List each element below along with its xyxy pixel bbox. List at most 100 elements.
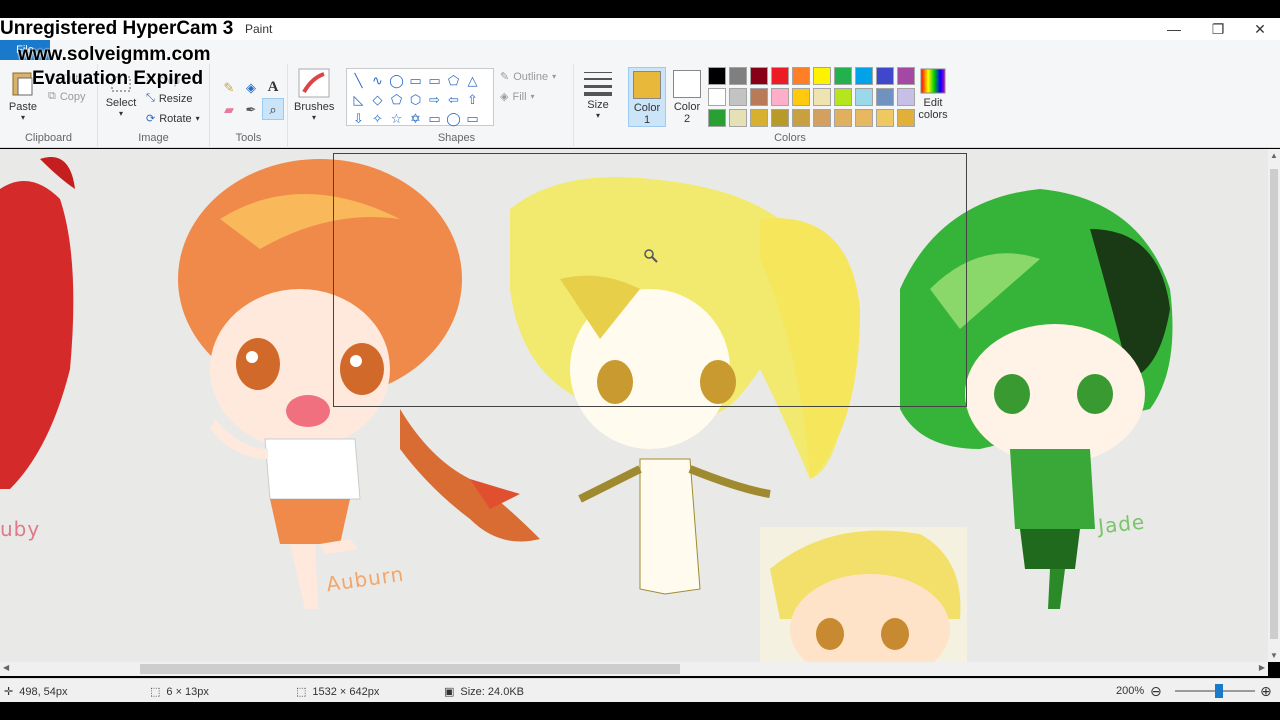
edit-colors-button[interactable]: Edit colors (914, 68, 952, 121)
magnifier-icon[interactable]: ⌕ (262, 98, 284, 120)
scroll-right-icon[interactable]: ▶ (1259, 663, 1265, 672)
shape-item[interactable]: ⬠ (387, 90, 406, 109)
palette-swatch[interactable] (771, 109, 789, 127)
zoom-out-button[interactable]: ⊖ (1150, 683, 1162, 700)
restore-button[interactable]: ❐ (1196, 18, 1240, 40)
palette-swatch[interactable] (834, 88, 852, 106)
zoom-slider-thumb[interactable] (1215, 684, 1223, 698)
rotate-button[interactable]: ⟳ Rotate ▾ (146, 112, 200, 126)
color1-button[interactable]: Color 1 (628, 67, 666, 127)
outline-icon: ✎ (500, 71, 510, 83)
shape-item[interactable]: △ (463, 71, 482, 90)
shape-item[interactable]: ▭ (406, 71, 425, 90)
palette-swatch[interactable] (708, 67, 726, 85)
color1-swatch (633, 71, 661, 99)
shape-item[interactable]: ⇧ (463, 90, 482, 109)
vertical-scrollbar[interactable]: ▲ ▼ (1268, 149, 1280, 662)
close-button[interactable]: ✕ (1238, 18, 1280, 40)
shape-item[interactable]: ☆ (387, 109, 406, 128)
vertical-scroll-thumb[interactable] (1270, 169, 1278, 639)
selection-rectangle[interactable] (333, 153, 967, 407)
scroll-up-icon[interactable]: ▲ (1270, 151, 1278, 160)
palette-swatch[interactable] (708, 88, 726, 106)
color2-swatch (673, 70, 701, 98)
palette-swatch[interactable] (771, 88, 789, 106)
color2-label: Color (673, 101, 701, 113)
color2-button[interactable]: Color 2 (668, 67, 706, 127)
palette-swatch[interactable] (813, 88, 831, 106)
shape-item[interactable]: ◯ (387, 71, 406, 90)
palette-swatch[interactable] (897, 88, 915, 106)
canvas-area[interactable]: uby Auburn Jade (0, 149, 1268, 662)
palette-swatch[interactable] (729, 88, 747, 106)
size-button[interactable]: Size ▾ (578, 68, 618, 120)
horizontal-scroll-thumb[interactable] (140, 664, 680, 674)
zoom-in-button[interactable]: ⊕ (1260, 683, 1272, 700)
zoom-level: 200% (1116, 685, 1145, 697)
shape-item[interactable]: ▭ (425, 71, 444, 90)
eraser-icon[interactable]: ▰ (218, 98, 240, 120)
palette-swatch[interactable] (876, 109, 894, 127)
palette-swatch[interactable] (855, 109, 873, 127)
colors-group-label: Colors (774, 132, 806, 144)
palette-swatch[interactable] (792, 88, 810, 106)
fill-bucket-icon[interactable]: ◈ (240, 76, 262, 98)
shapes-gallery[interactable]: ╲ ∿ ◯ ▭ ▭ ⬠ △ ◺ ◇ ⬠ ⬡ ⇨ ⇦ ⇧ ⇩ ✧ ☆ ✡ ▭ ◯ ▭ (346, 68, 494, 126)
shape-item[interactable]: ▭ (425, 109, 444, 128)
shape-item[interactable]: ✡ (406, 109, 425, 128)
palette-swatch[interactable] (855, 67, 873, 85)
palette-swatch[interactable] (813, 67, 831, 85)
color-picker-icon[interactable]: ✒ (240, 98, 262, 120)
palette-swatch[interactable] (897, 109, 915, 127)
palette-swatch[interactable] (897, 67, 915, 85)
outline-label: Outline (513, 70, 549, 83)
watermark-line2: www.solveigmm.com (18, 44, 211, 65)
palette-swatch[interactable] (855, 88, 873, 106)
drawing-canvas[interactable]: uby Auburn Jade (0, 149, 1268, 662)
shape-item[interactable]: ✧ (368, 109, 387, 128)
palette-swatch[interactable] (876, 88, 894, 106)
shape-item[interactable]: ⇨ (425, 90, 444, 109)
palette-swatch[interactable] (750, 67, 768, 85)
palette-swatch[interactable] (750, 109, 768, 127)
shape-item[interactable]: ⬡ (406, 90, 425, 109)
shape-item[interactable]: ⇩ (349, 109, 368, 128)
shape-item[interactable]: ▭ (463, 109, 482, 128)
palette-swatch[interactable] (771, 67, 789, 85)
pencil-icon[interactable]: ✎ (218, 76, 240, 98)
palette-swatch[interactable] (729, 67, 747, 85)
resize-button[interactable]: ⤡ Resize (146, 92, 192, 105)
palette-swatch[interactable] (792, 109, 810, 127)
resize-label: Resize (158, 92, 193, 105)
scroll-down-icon[interactable]: ▼ (1270, 651, 1278, 660)
fill-icon: ◈ (500, 91, 509, 103)
magnifier-cursor-icon (644, 249, 658, 263)
shape-item[interactable]: ◺ (349, 90, 368, 109)
fill-button[interactable]: ◈ Fill ▾ (500, 90, 535, 104)
palette-swatch[interactable] (834, 109, 852, 127)
paste-label: Paste (8, 101, 38, 113)
scroll-left-icon[interactable]: ◀ (3, 663, 9, 672)
horizontal-scrollbar[interactable]: ◀ ▶ (0, 662, 1268, 676)
outline-button[interactable]: ✎ Outline ▾ (500, 70, 556, 84)
ruby-character (0, 157, 75, 489)
palette-swatch[interactable] (792, 67, 810, 85)
shape-item[interactable]: ◯ (444, 109, 463, 128)
shape-item[interactable]: ◇ (368, 90, 387, 109)
minimize-button[interactable]: — (1152, 18, 1196, 40)
copy-button[interactable]: ⧉ Copy (48, 90, 86, 103)
palette-swatch[interactable] (834, 67, 852, 85)
palette-swatch[interactable] (708, 109, 726, 127)
shape-item[interactable]: ∿ (368, 71, 387, 90)
palette-swatch[interactable] (876, 67, 894, 85)
brushes-button[interactable]: Brushes ▾ (294, 68, 334, 122)
rotate-label: Rotate (159, 112, 192, 125)
shape-item[interactable]: ⬠ (444, 71, 463, 90)
palette-swatch[interactable] (729, 109, 747, 127)
shape-item[interactable]: ╲ (349, 71, 368, 90)
palette-swatch[interactable] (813, 109, 831, 127)
shape-item[interactable]: ⇦ (444, 90, 463, 109)
palette-swatch[interactable] (750, 88, 768, 106)
text-icon[interactable]: A (262, 76, 284, 98)
small-portrait (760, 527, 967, 662)
